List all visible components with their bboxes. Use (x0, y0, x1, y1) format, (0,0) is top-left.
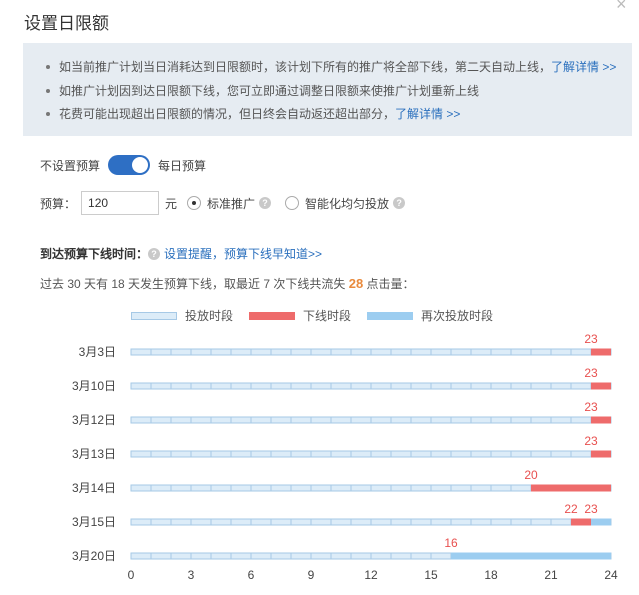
notice-item: 花费可能出现超出日限额的情况，但日终会自动返还超出部分，了解详情 >> (46, 107, 632, 131)
legend-item-active: 投放时段 (131, 307, 233, 324)
offline-time-label: 23 (584, 400, 598, 414)
active-segment (130, 348, 612, 356)
offline-segment (531, 484, 611, 492)
legend-label: 投放时段 (185, 309, 234, 323)
summary-prefix: 过去 30 天有 18 天发生预算下线，取最近 7 次下线共流失 (40, 277, 349, 291)
notice-text: 如当前推广计划当日消耗达到日限额时，该计划下所有的推广将全部下线，第二天自动上线… (59, 60, 552, 74)
x-tick-label: 24 (604, 568, 618, 582)
dialog-title: 设置日限额 (24, 14, 109, 33)
no-budget-label: 不设置预算 (40, 158, 101, 173)
lost-clicks-count: 28 (348, 276, 364, 291)
row-date-label: 3月20日 (72, 549, 116, 563)
close-icon[interactable]: × (616, 0, 627, 15)
active-segment (130, 450, 612, 458)
legend-label: 再次投放时段 (421, 309, 494, 323)
offline-section-title: 到达预算下线时间： ? 设置提醒，预算下线早知道>> (40, 245, 322, 262)
offline-time-label: 22 (564, 502, 578, 516)
legend-swatch-resumed (367, 311, 414, 320)
reminder-link[interactable]: 设置提醒，预算下线早知道>> (164, 245, 322, 262)
offline-title: 到达预算下线时间： (40, 247, 149, 261)
row-date-label: 3月3日 (79, 345, 116, 359)
offline-time-label: 16 (444, 536, 458, 550)
smart-radio[interactable] (285, 196, 300, 210)
toggle-knob (132, 157, 149, 173)
offline-time-label: 23 (584, 502, 598, 516)
budget-unit: 元 (165, 196, 178, 211)
notice-item: 如推广计划因到达日限额下线，您可立即通过调整日限额来使推广计划重新上线 (46, 84, 632, 108)
x-tick-label: 12 (364, 568, 378, 582)
standard-label: 标准推广 (207, 196, 256, 211)
resumed-segment (451, 552, 611, 560)
offline-time-label: 20 (524, 468, 538, 482)
row-date-label: 3月10日 (72, 379, 116, 393)
budget-label: 预算： (40, 196, 77, 211)
offline-segment (571, 518, 591, 526)
x-tick-label: 21 (544, 568, 558, 582)
offline-time-label: 23 (584, 366, 598, 380)
notice-item: 如当前推广计划当日消耗达到日限额时，该计划下所有的推广将全部下线，第二天自动上线… (46, 60, 632, 84)
notice-text: 花费可能出现超出日限额的情况，但日终会自动返还超出部分， (59, 107, 396, 121)
active-segment (130, 552, 612, 560)
daily-budget-label: 每日预算 (158, 158, 207, 173)
legend-item-resumed: 再次投放时段 (367, 307, 493, 324)
budget-toggle-row: 不设置预算 每日预算 (40, 155, 206, 175)
row-date-label: 3月14日 (72, 481, 116, 495)
standard-radio[interactable] (187, 196, 202, 210)
legend-swatch-offline (249, 311, 296, 320)
active-segment (130, 484, 612, 492)
x-tick-label: 3 (188, 568, 195, 582)
legend-label: 下线时段 (303, 309, 352, 323)
active-segment (130, 382, 612, 390)
budget-row: 预算： 元 标准推广 ? 智能化均匀投放 ? (40, 191, 406, 215)
chart-legend: 投放时段 下线时段 再次投放时段 (131, 307, 509, 324)
smart-label: 智能化均匀投放 (305, 196, 390, 211)
offline-segment (591, 450, 611, 458)
x-tick-label: 15 (424, 568, 438, 582)
budget-toggle[interactable] (108, 155, 151, 175)
legend-swatch-active (131, 311, 177, 320)
x-tick-label: 18 (484, 568, 498, 582)
notice-box: 如当前推广计划当日消耗达到日限额时，该计划下所有的推广将全部下线，第二天自动上线… (23, 43, 632, 136)
resumed-segment (591, 518, 611, 526)
summary-suffix: 点击量： (363, 277, 415, 291)
help-icon[interactable]: ? (148, 247, 161, 260)
x-tick-label: 6 (248, 568, 255, 582)
help-icon[interactable]: ? (259, 197, 272, 209)
row-date-label: 3月13日 (72, 447, 116, 461)
learn-more-link[interactable]: 了解详情 >> (395, 107, 460, 121)
notice-text: 如推广计划因到达日限额下线，您可立即通过调整日限额来使推广计划重新上线 (59, 83, 480, 98)
row-date-label: 3月15日 (72, 515, 116, 529)
active-segment (130, 416, 612, 424)
budget-input[interactable] (81, 191, 160, 215)
active-segment (130, 518, 612, 526)
offline-segment (591, 382, 611, 390)
offline-time-label: 23 (584, 332, 598, 346)
offline-segment (591, 416, 611, 424)
offline-summary: 过去 30 天有 18 天发生预算下线，取最近 7 次下线共流失 28 点击量： (40, 275, 415, 292)
x-tick-label: 0 (128, 568, 135, 582)
row-date-label: 3月12日 (72, 413, 116, 427)
learn-more-link[interactable]: 了解详情 >> (551, 60, 616, 74)
help-icon[interactable]: ? (393, 197, 406, 209)
offline-time-label: 23 (584, 434, 598, 448)
offline-segment (591, 348, 611, 356)
x-tick-label: 9 (308, 568, 315, 582)
legend-item-offline: 下线时段 (249, 307, 351, 324)
